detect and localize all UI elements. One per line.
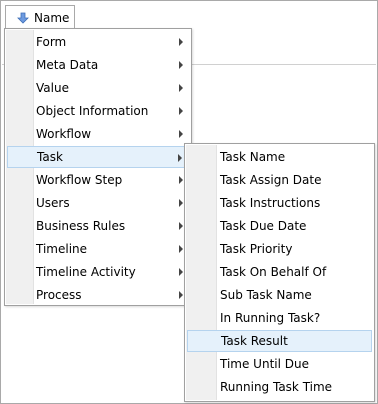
submenu-item-sub-task-name[interactable]: Sub Task Name [187,284,372,306]
submenu-item-running-task-time[interactable]: Running Task Time [187,376,372,398]
task-submenu: Task Name Task Assign Date Task Instructio… [184,143,375,402]
chevron-right-icon [179,222,183,230]
sort-down-arrow-icon [17,12,29,24]
menu-item-label: Value [36,81,69,95]
submenu-item-label: Task Priority [220,242,293,256]
submenu-item-in-running-task[interactable]: In Running Task? [187,307,372,329]
submenu-item-label: Task Result [221,334,288,348]
menu-item-object-information[interactable]: Object Information [7,100,189,122]
submenu-item-label: Task Instructions [220,196,321,210]
submenu-item-label: Task Due Date [220,219,307,233]
submenu-item-task-result[interactable]: Task Result [187,330,372,352]
chevron-right-icon [179,268,183,276]
submenu-item-task-priority[interactable]: Task Priority [187,238,372,260]
chevron-right-icon [179,291,183,299]
submenu-item-time-until-due[interactable]: Time Until Due [187,353,372,375]
submenu-item-label: Task Name [220,150,286,164]
submenu-item-label: Sub Task Name [220,288,312,302]
chevron-right-icon [179,38,183,46]
chevron-right-icon [179,199,183,207]
menu-item-value[interactable]: Value [7,77,189,99]
menu-item-business-rules[interactable]: Business Rules [7,215,189,237]
menu-item-label: Object Information [36,104,149,118]
name-column-button[interactable]: Name [5,5,75,29]
submenu-item-task-assign-date[interactable]: Task Assign Date [187,169,372,191]
menu-item-label: Meta Data [36,58,99,72]
submenu-item-label: Task Assign Date [220,173,322,187]
menu-item-label: Timeline Activity [36,265,136,279]
menu-item-form[interactable]: Form [7,31,189,53]
menu-item-timeline[interactable]: Timeline [7,238,189,260]
menu-item-timeline-activity[interactable]: Timeline Activity [7,261,189,283]
menu-item-label: Process [36,288,82,302]
chevron-right-icon [179,176,183,184]
menu-item-workflow-step[interactable]: Workflow Step [7,169,189,191]
menu-item-label: Task [37,150,63,164]
chevron-right-icon [179,61,183,69]
chevron-right-icon [178,154,182,162]
menu-item-workflow[interactable]: Workflow [7,123,189,145]
chevron-right-icon [179,84,183,92]
field-category-menu: Form Meta Data Value Object Information Work… [4,28,192,306]
submenu-item-task-due-date[interactable]: Task Due Date [187,215,372,237]
menu-item-users[interactable]: Users [7,192,189,214]
menu-item-label: Workflow Step [36,173,123,187]
submenu-item-task-name[interactable]: Task Name [187,146,372,168]
submenu-item-label: In Running Task? [220,311,321,325]
menu-item-label: Users [36,196,70,210]
menu-item-label: Timeline [36,242,88,256]
menu-item-label: Form [36,35,67,49]
menu-item-label: Business Rules [36,219,126,233]
chevron-right-icon [179,130,183,138]
submenu-item-label: Running Task Time [220,380,333,394]
menu-item-meta-data[interactable]: Meta Data [7,54,189,76]
submenu-item-label: Task On Behalf Of [220,265,327,279]
name-column-label: Name [34,10,70,25]
menu-item-label: Workflow [36,127,92,141]
submenu-item-task-on-behalf-of[interactable]: Task On Behalf Of [187,261,372,283]
chevron-right-icon [179,107,183,115]
chevron-right-icon [179,245,183,253]
menu-item-process[interactable]: Process [7,284,189,306]
submenu-item-task-instructions[interactable]: Task Instructions [187,192,372,214]
menu-item-task[interactable]: Task [7,146,189,168]
submenu-item-label: Time Until Due [220,357,309,371]
